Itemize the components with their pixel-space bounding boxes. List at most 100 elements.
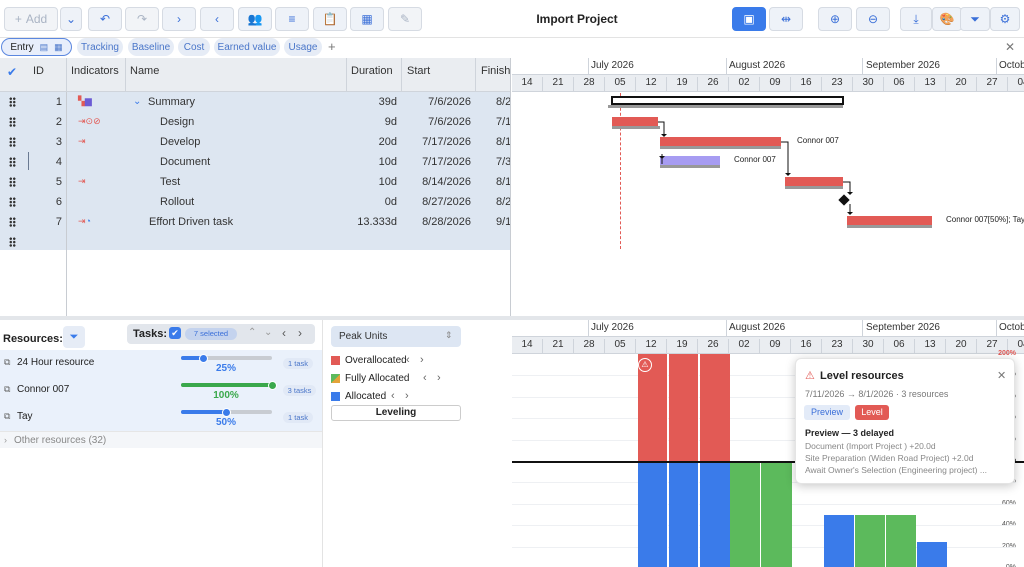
row-name[interactable]: Summary — [148, 96, 195, 108]
chevron-left-icon[interactable]: ‹ — [282, 326, 286, 340]
table-row[interactable]: 6 Rollout 0d 8/27/2026 8/2 — [0, 192, 510, 212]
external-link-icon[interactable]: ⧉ — [4, 411, 10, 422]
chevron-right-icon[interactable]: › — [437, 372, 441, 384]
row-duration[interactable]: 20d — [346, 136, 397, 148]
split-view-button[interactable]: ⇹ — [769, 7, 803, 31]
row-name[interactable]: Rollout — [160, 196, 194, 208]
row-start[interactable]: 7/17/2026 — [401, 156, 471, 168]
drag-handle-icon[interactable] — [9, 217, 16, 227]
drag-handle-icon[interactable] — [9, 117, 16, 127]
row-finish[interactable]: 8/2 — [496, 96, 510, 108]
row-duration[interactable]: 13.333d — [346, 216, 397, 228]
drag-handle-icon[interactable] — [9, 97, 16, 107]
hist-bar-allocated[interactable] — [824, 515, 855, 567]
chevron-right-icon[interactable]: › — [298, 326, 302, 340]
tab-entry[interactable]: Entry ▤ ▦ — [1, 38, 72, 56]
hist-bar-full[interactable] — [855, 515, 886, 567]
hist-bar-allocated[interactable] — [700, 463, 730, 567]
row-start[interactable]: 8/14/2026 — [401, 176, 471, 188]
allocation-slider[interactable] — [181, 380, 277, 390]
row-finish[interactable]: 9/1 — [496, 216, 510, 228]
row-name[interactable]: Develop — [160, 136, 200, 148]
resource-row[interactable]: ⧉ Connor 007 100% 3 tasks — [0, 377, 322, 404]
download-button[interactable]: ⤓ — [900, 7, 932, 31]
chevron-right-icon[interactable]: › — [405, 390, 409, 402]
column-finish[interactable]: Finish — [481, 65, 510, 77]
preview-button[interactable]: Preview — [804, 405, 850, 420]
drag-handle-icon[interactable] — [9, 137, 16, 147]
table-row[interactable] — [0, 232, 510, 252]
warning-icon[interactable]: ⚠ — [638, 358, 652, 372]
external-link-icon[interactable]: ⧉ — [4, 357, 10, 368]
hist-bar-allocated[interactable] — [917, 542, 947, 567]
row-start[interactable]: 7/17/2026 — [401, 136, 471, 148]
row-finish[interactable]: 8/1 — [496, 176, 510, 188]
close-icon[interactable]: ✕ — [1005, 40, 1015, 54]
settings-button[interactable]: ⚙ — [990, 7, 1020, 31]
chevron-up-icon[interactable]: ⌃ — [248, 327, 256, 338]
row-start[interactable]: 8/28/2026 — [401, 216, 471, 228]
row-start[interactable]: 8/27/2026 — [401, 196, 471, 208]
select-all-checkbox[interactable]: ✔ — [7, 65, 17, 79]
row-start[interactable]: 7/6/2026 — [401, 96, 471, 108]
drag-handle-icon[interactable] — [9, 157, 16, 167]
chevron-left-icon[interactable]: ‹ — [423, 372, 427, 384]
external-link-icon[interactable]: ⧉ — [4, 384, 10, 395]
drag-handle-icon[interactable] — [9, 177, 16, 187]
filter-button[interactable]: ⏷ — [960, 7, 990, 31]
hist-bar-over[interactable] — [700, 354, 730, 461]
row-duration[interactable]: 10d — [346, 176, 397, 188]
zoom-out-button[interactable]: ⊖ — [856, 7, 890, 31]
add-tab-icon[interactable]: + — [328, 39, 336, 54]
table-row[interactable]: 3 ⇥ Develop 20d 7/17/2026 8/1 — [0, 132, 510, 152]
row-duration[interactable]: 10d — [346, 156, 397, 168]
column-start[interactable]: Start — [407, 65, 430, 77]
resource-row[interactable]: ⧉ Tay 50% 1 task — [0, 404, 322, 431]
hist-bar-full[interactable] — [730, 463, 761, 567]
row-finish[interactable]: 8/1 — [496, 136, 510, 148]
hist-bar-allocated[interactable] — [669, 463, 699, 567]
hist-bar-over[interactable] — [669, 354, 699, 461]
column-name[interactable]: Name — [130, 65, 159, 77]
tab-baseline[interactable]: Baseline — [128, 38, 174, 56]
row-name[interactable]: Test — [160, 176, 180, 188]
row-name[interactable]: Effort Driven task — [149, 216, 233, 228]
table-row[interactable]: 2 ⇥⊙⊘ Design 9d 7/6/2026 7/1 — [0, 112, 510, 132]
units-select[interactable]: Peak Units ⇕ — [331, 326, 461, 347]
level-button[interactable]: Level — [855, 405, 889, 420]
drag-handle-icon[interactable] — [9, 197, 16, 207]
palette-button[interactable]: 🎨 — [932, 7, 962, 31]
close-icon[interactable]: ✕ — [997, 369, 1006, 382]
leveling-button[interactable]: Leveling — [331, 405, 461, 421]
table-row[interactable]: 1 ▚▆ ⌄ Summary 39d 7/6/2026 8/2 — [0, 92, 510, 112]
tab-earned-value[interactable]: Earned value — [214, 38, 280, 56]
tab-tracking[interactable]: Tracking — [77, 38, 123, 56]
column-indicators[interactable]: Indicators — [71, 65, 119, 77]
column-id[interactable]: ID — [33, 65, 44, 77]
tasks-checkbox[interactable]: ✔ — [169, 327, 181, 339]
row-finish[interactable]: 8/2 — [496, 196, 510, 208]
collapse-icon[interactable]: ⌄ — [133, 96, 141, 107]
zoom-in-button[interactable]: ⊕ — [818, 7, 852, 31]
row-finish[interactable]: 7/3 — [496, 156, 510, 168]
drag-handle-icon[interactable] — [9, 237, 16, 247]
other-resources-row[interactable]: › Other resources (32) — [0, 431, 322, 448]
chevron-down-icon[interactable]: ⌄ — [264, 327, 272, 338]
view-gantt-button[interactable]: ▣ — [732, 7, 766, 31]
table-row[interactable]: 4 Document 10d 7/17/2026 7/3 — [0, 152, 510, 172]
chevron-left-icon[interactable]: ‹ — [391, 390, 395, 402]
table-row[interactable]: 5 ⇥ Test 10d 8/14/2026 8/1 — [0, 172, 510, 192]
tab-usage[interactable]: Usage — [284, 38, 322, 56]
hist-bar-allocated[interactable] — [638, 463, 668, 567]
resource-row[interactable]: ⧉ 24 Hour resource 25% 1 task — [0, 350, 322, 377]
hist-bar-full[interactable] — [886, 515, 916, 567]
hist-bar-full[interactable] — [761, 463, 792, 567]
row-name[interactable]: Document — [160, 156, 210, 168]
row-name[interactable]: Design — [160, 116, 194, 128]
row-finish[interactable]: 7/1 — [496, 116, 510, 128]
chevron-right-icon[interactable]: › — [420, 354, 424, 366]
row-duration[interactable]: 0d — [346, 196, 397, 208]
row-start[interactable]: 7/6/2026 — [401, 116, 471, 128]
chevron-left-icon[interactable]: ‹ — [406, 354, 410, 366]
allocation-slider[interactable] — [181, 407, 272, 417]
